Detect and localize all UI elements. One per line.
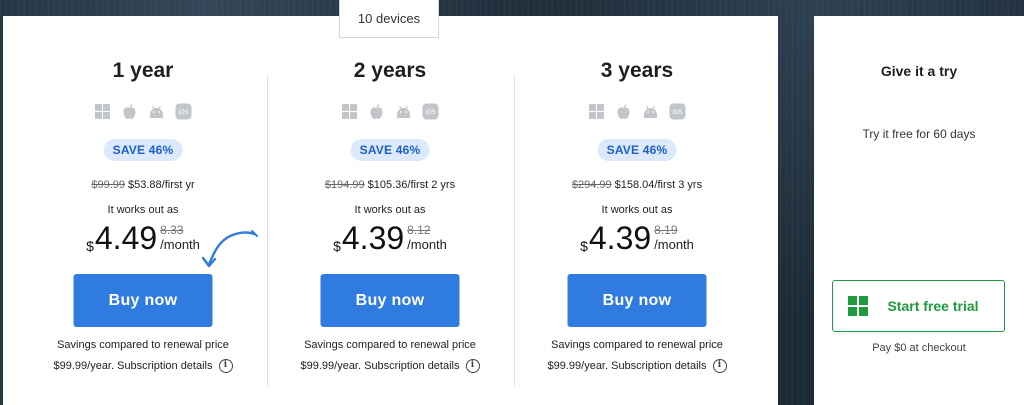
android-icon <box>642 103 659 120</box>
old-price: $294.99 <box>571 179 612 191</box>
trial-title: Give it a try <box>880 63 958 79</box>
trial-subtitle: Try it free for 60 days <box>862 127 976 141</box>
apple-icon <box>121 103 138 120</box>
old-monthly-price: 8.19 <box>654 223 678 237</box>
plan-2-years: 2 years iOS SAVE 46% $194.99 $105.36/firs… <box>267 16 513 405</box>
os-icons: iOS <box>514 103 760 120</box>
monthly-price: $ 4.39 8.19 /month <box>514 219 760 257</box>
savings-note: Savings compared to renewal price <box>304 339 476 351</box>
price-line: $194.99 $105.36/first 2 yrs <box>267 179 513 191</box>
info-icon[interactable]: i <box>465 359 480 373</box>
new-price: $158.04/first 3 yrs <box>614 179 703 191</box>
save-badge: SAVE 46% <box>103 139 183 161</box>
os-icons: iOS <box>20 103 266 120</box>
buy-now-button[interactable]: Buy now <box>73 274 213 327</box>
per-month-label: /month <box>654 237 694 252</box>
save-badge: SAVE 46% <box>597 139 677 161</box>
windows-icon <box>94 103 111 120</box>
plan-title: 3 years <box>600 59 674 82</box>
savings-note: Savings compared to renewal price <box>57 339 229 351</box>
apple-icon <box>615 103 632 120</box>
ios-icon: iOS <box>422 103 439 120</box>
renewal-text: $99.99/year. Subscription details <box>53 360 213 372</box>
windows-green-icon <box>848 296 868 316</box>
price-line: $294.99 $158.04/first 3 yrs <box>514 179 760 191</box>
renewal-note: $99.99/year. Subscription details i <box>20 359 266 373</box>
info-icon[interactable]: i <box>712 359 727 373</box>
monthly-amount: 4.39 <box>341 220 405 256</box>
android-icon <box>148 103 165 120</box>
svg-text:iOS: iOS <box>178 110 188 116</box>
svg-text:iOS: iOS <box>672 110 682 116</box>
old-monthly-price: 8.12 <box>407 223 431 237</box>
plan-title: 2 years <box>353 59 427 82</box>
monthly-price: $ 4.39 8.12 /month <box>267 219 513 257</box>
currency-symbol: $ <box>86 238 94 254</box>
ios-icon: iOS <box>669 103 686 120</box>
new-price: $105.36/first 2 yrs <box>367 179 456 191</box>
currency-symbol: $ <box>333 238 341 254</box>
plan-3-years: 3 years iOS SAVE 46% $294.99 $158.04/firs… <box>514 16 760 405</box>
renewal-note: $99.99/year. Subscription details i <box>514 359 760 373</box>
android-icon <box>395 103 412 120</box>
trial-card: Give it a try Try it free for 60 days St… <box>814 16 1024 405</box>
apple-icon <box>368 103 385 120</box>
per-month-label: /month <box>160 237 200 252</box>
per-month-label: /month <box>407 237 447 252</box>
pointer-arrow-icon <box>201 230 258 268</box>
buy-now-button[interactable]: Buy now <box>320 274 460 327</box>
windows-icon <box>588 103 605 120</box>
old-price: $194.99 <box>324 179 365 191</box>
ios-icon: iOS <box>175 103 192 120</box>
trial-button-label: Start free trial <box>887 298 979 314</box>
works-out-label: It works out as <box>601 204 673 216</box>
os-icons: iOS <box>267 103 513 120</box>
windows-icon <box>341 103 358 120</box>
plan-title: 1 year <box>112 59 174 82</box>
old-monthly-price: 8.33 <box>160 223 184 237</box>
renewal-note: $99.99/year. Subscription details i <box>267 359 513 373</box>
new-price: $53.88/first yr <box>128 179 195 191</box>
renewal-text: $99.99/year. Subscription details <box>300 360 460 372</box>
start-free-trial-button[interactable]: Start free trial <box>832 280 1005 332</box>
savings-note: Savings compared to renewal price <box>551 339 723 351</box>
renewal-text: $99.99/year. Subscription details <box>547 360 707 372</box>
monthly-amount: 4.39 <box>588 220 652 256</box>
monthly-amount: 4.49 <box>94 220 158 256</box>
old-price: $99.99 <box>91 179 125 191</box>
save-badge: SAVE 46% <box>350 139 430 161</box>
plan-1-year: 1 year iOS SAVE 46% $99.99 $53.88/first y… <box>20 16 266 405</box>
currency-symbol: $ <box>580 238 588 254</box>
svg-text:iOS: iOS <box>425 110 435 116</box>
info-icon[interactable]: i <box>218 359 233 373</box>
pay-note: Pay $0 at checkout <box>872 342 966 354</box>
works-out-label: It works out as <box>107 204 179 216</box>
price-line: $99.99 $53.88/first yr <box>20 179 266 191</box>
works-out-label: It works out as <box>354 204 426 216</box>
buy-now-button[interactable]: Buy now <box>567 274 707 327</box>
